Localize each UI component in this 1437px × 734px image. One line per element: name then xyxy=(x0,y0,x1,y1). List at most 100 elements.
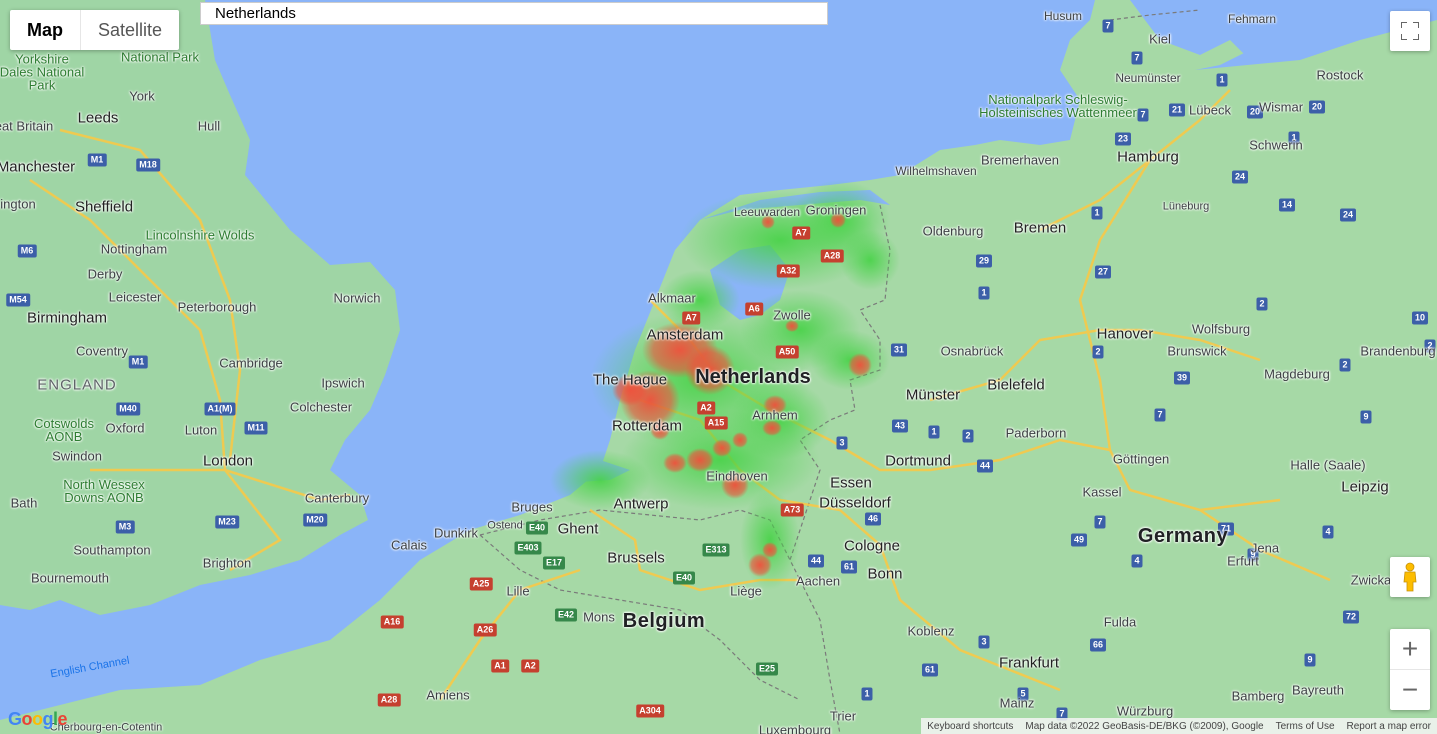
map-label-leicester: Leicester xyxy=(108,289,162,305)
map-label-brighton: Brighton xyxy=(202,555,252,571)
map-label-paderborn: Paderborn xyxy=(1005,425,1067,441)
map-label-bonn: Bonn xyxy=(867,565,903,583)
map-type-map-button[interactable]: Map xyxy=(10,10,80,50)
street-view-button[interactable] xyxy=(1390,557,1430,597)
map-label-leeuwarden: Leeuwarden xyxy=(733,205,801,219)
map-label-bruges: Bruges xyxy=(511,499,553,515)
map-label-dunkirk: Dunkirk xyxy=(433,525,479,541)
map-label-oldenburg: Oldenburg xyxy=(922,223,984,239)
map-label-eindhoven: Eindhoven xyxy=(706,468,768,484)
map-label-swindon: Swindon xyxy=(52,448,102,464)
map-label-national-park: National Park xyxy=(120,49,200,65)
fullscreen-icon xyxy=(1401,22,1419,40)
map-label-calais: Calais xyxy=(390,537,428,553)
map-label-netherlands: Netherlands xyxy=(695,366,811,388)
map-label-canterbury: Canterbury xyxy=(304,490,370,506)
map-label-groningen: Groningen xyxy=(805,202,867,218)
report-map-error-link[interactable]: Report a map error xyxy=(1341,721,1437,732)
map-label-belgium: Belgium xyxy=(622,610,706,632)
map-label-leipzig: Leipzig xyxy=(1341,478,1389,496)
map-label-koblenz: Koblenz xyxy=(907,623,955,639)
map-label-sheffield: Sheffield xyxy=(74,198,134,216)
zoom-control: + − xyxy=(1390,629,1430,710)
map-type-satellite-button[interactable]: Satellite xyxy=(80,10,179,50)
map-label-zwolle: Zwolle xyxy=(773,307,811,323)
map-label-the-hague: The Hague xyxy=(592,371,668,389)
map-label-antwerp: Antwerp xyxy=(613,495,669,513)
map-label-husum: Husum xyxy=(1043,9,1083,23)
map-label-ostend: Ostend xyxy=(487,519,523,532)
map-label-oxford: Oxford xyxy=(105,420,145,436)
map-label-liege: Liège xyxy=(730,583,762,599)
map-label-mons: Mons xyxy=(583,609,615,625)
map-label-frankfurt: Frankfurt xyxy=(998,654,1060,672)
map-label-wismar: Wismar xyxy=(1258,99,1304,115)
map-label-york: York xyxy=(129,88,155,104)
map-label-luneburg: Lüneburg xyxy=(1162,200,1210,213)
map-label-bournemouth: Bournemouth xyxy=(30,570,110,586)
map-label-nottingham: Nottingham xyxy=(100,241,168,257)
map-label-munster: Münster xyxy=(905,386,961,404)
map-label-hamburg: Hamburg xyxy=(1117,148,1179,166)
map-label-amsterdam: Amsterdam xyxy=(646,326,724,344)
map-label-zwicka: Zwicka xyxy=(1350,572,1392,588)
map-label-ington: ington xyxy=(0,196,36,212)
map-label-cambridge: Cambridge xyxy=(219,355,283,371)
map-type-control: Map Satellite xyxy=(10,10,180,50)
map-label-ipswich: Ipswich xyxy=(321,375,365,391)
map-label-norwich: Norwich xyxy=(333,290,381,306)
map-label-lille: Lille xyxy=(506,583,530,599)
map-label-luxembourg: Luxembourg xyxy=(758,722,832,734)
map-label-wolfsburg: Wolfsburg xyxy=(1191,321,1251,337)
map-label-leeds: Leeds xyxy=(77,109,119,127)
google-logo[interactable]: Google xyxy=(8,709,68,730)
map-label-arnhem: Arnhem xyxy=(752,407,798,423)
fullscreen-button[interactable] xyxy=(1390,11,1430,51)
map-label-osnabruck: Osnabrück xyxy=(940,343,1004,359)
map-label-derby: Derby xyxy=(87,266,123,282)
map-label-dortmund: Dortmund xyxy=(885,452,951,470)
map-label-trier: Trier xyxy=(829,708,857,724)
map-data-attribution: Map data ©2022 GeoBasis-DE/BKG (©2009), … xyxy=(1025,720,1264,732)
map-label-england: ENGLAND xyxy=(37,376,117,394)
map-label-cologne: Cologne xyxy=(844,537,900,555)
map-label-wilhelmshaven: Wilhelmshaven xyxy=(895,164,977,178)
map-label-kassel: Kassel xyxy=(1082,484,1122,500)
map-label-mainz: Mainz xyxy=(999,695,1035,711)
map-canvas[interactable]: M1 M18 M6 M54 M1 M40 A1(M) M11 M3 M23 M2… xyxy=(0,0,1437,734)
map-label-fehmarn: Fehmarn xyxy=(1227,12,1277,26)
map-label-rostock: Rostock xyxy=(1316,67,1364,83)
terms-of-use-link[interactable]: Terms of Use xyxy=(1270,721,1341,732)
map-footer: Keyboard shortcuts Map data ©2022 GeoBas… xyxy=(921,718,1437,734)
pegman-icon xyxy=(1403,562,1417,592)
search-input[interactable] xyxy=(200,2,828,25)
map-label-lincolnshire: Lincolnshire Wolds xyxy=(145,227,255,243)
map-label-manchester: Manchester xyxy=(0,158,76,176)
map-label-great-britain: eat Britain xyxy=(0,118,54,134)
map-label-bielefeld: Bielefeld xyxy=(987,376,1045,394)
map-label-luton: Luton xyxy=(184,422,218,438)
map-label-ghent: Ghent xyxy=(557,520,599,538)
map-label-germany: Germany xyxy=(1137,525,1229,547)
map-label-brandenburg: Brandenburg xyxy=(1360,343,1436,359)
zoom-out-button[interactable]: − xyxy=(1390,670,1430,710)
map-label-alkmaar: Alkmaar xyxy=(648,290,696,306)
map-label-brussels: Brussels xyxy=(607,549,665,567)
map-label-coventry: Coventry xyxy=(75,343,129,359)
zoom-in-button[interactable]: + xyxy=(1390,629,1430,670)
map-label-dusseldorf: Düsseldorf xyxy=(819,494,891,512)
map-label-gottingen: Göttingen xyxy=(1112,451,1170,467)
map-label-bremen: Bremen xyxy=(1013,219,1067,237)
map-label-neumunster: Neumünster xyxy=(1115,71,1181,85)
map-label-hull: Hull xyxy=(197,118,221,134)
map-label-peterborough: Peterborough xyxy=(177,299,257,315)
map-label-yorkshire-dales: Yorkshire Dales National Park xyxy=(0,51,85,93)
map-label-bath: Bath xyxy=(10,495,38,511)
map-label-fulda: Fulda xyxy=(1103,614,1137,630)
keyboard-shortcuts-link[interactable]: Keyboard shortcuts xyxy=(921,721,1019,732)
map-label-bamberg: Bamberg xyxy=(1231,688,1285,704)
map-label-brunswick: Brunswick xyxy=(1167,343,1227,359)
map-label-magdeburg: Magdeburg xyxy=(1264,366,1330,382)
map-label-wurzburg: Würzburg xyxy=(1116,703,1174,719)
map-label-bayreuth: Bayreuth xyxy=(1291,682,1345,698)
